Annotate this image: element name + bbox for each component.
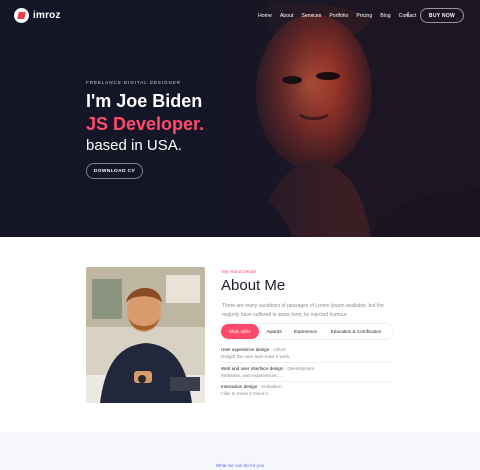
nav-item-blog[interactable]: Blog <box>380 13 390 19</box>
tab-experience[interactable]: Experience <box>289 324 322 339</box>
nav-item-about[interactable]: About <box>280 13 294 19</box>
brand-name: imroz <box>33 10 61 21</box>
skill-item: Web and user interface design - Developm… <box>221 366 314 378</box>
about-description: There are many variations of passages of… <box>222 303 384 318</box>
skill-divider <box>221 381 393 382</box>
hero-tagline: FREELANCE DIGITAL DESIGNER <box>86 80 181 85</box>
skill-item: User experience design - UI/UX Delight t… <box>221 347 290 359</box>
hero-section: imroz Home About Services Portfolio Pric… <box>0 0 480 237</box>
nav-item-pricing[interactable]: Pricing <box>356 13 372 19</box>
nav-item-services[interactable]: Services <box>301 13 321 19</box>
hero-title-name: I'm Joe Biden <box>86 91 203 111</box>
tab-main-skills[interactable]: Main skills <box>221 324 259 339</box>
nav-item-home[interactable]: Home <box>258 13 272 19</box>
brand-logo-icon <box>14 8 29 23</box>
dark-mode-toggle-icon[interactable]: ☾ <box>406 12 412 19</box>
skill-description: Websites, web experiences, ... <box>221 373 284 378</box>
hero-title-role: JS Developer. <box>86 114 205 134</box>
skill-name: Interaction design <box>221 384 258 389</box>
hero-title-location: based in USA. <box>86 137 182 154</box>
skill-category: - UI/UX <box>269 347 286 352</box>
about-portrait-image <box>86 267 205 403</box>
tab-education-certification[interactable]: Education & Certification <box>322 324 390 339</box>
download-cv-button[interactable]: DOWNLOAD CV <box>86 163 143 179</box>
skill-category: - Animation <box>257 384 282 389</box>
tab-awards[interactable]: Awards <box>259 324 289 339</box>
about-title: About Me <box>221 277 286 294</box>
services-eyebrow: What we can do for you <box>215 463 265 468</box>
hero-gradient-overlay <box>0 0 480 237</box>
skill-name: Web and user interface design <box>221 366 284 371</box>
buy-now-button[interactable]: BUY NOW <box>420 8 464 23</box>
nav-menu: Home About Services Portfolio Pricing Bl… <box>258 13 416 19</box>
about-tabs: Main skills Awards Experience Education … <box>221 324 393 339</box>
top-navigation: imroz Home About Services Portfolio Pric… <box>0 0 480 32</box>
skill-name: User experience design <box>221 347 270 352</box>
about-eyebrow: My About Details <box>222 269 257 274</box>
skill-divider <box>221 362 393 363</box>
skill-description: I like to move it move it. <box>221 391 269 396</box>
skill-category: - Development <box>283 366 315 371</box>
nav-item-portfolio[interactable]: Portfolio <box>329 13 348 19</box>
skill-item: Interaction design - Animation I like to… <box>221 384 282 396</box>
brand-logo[interactable]: imroz <box>14 8 61 23</box>
skill-description: Delight the user and make it work. <box>221 354 291 359</box>
